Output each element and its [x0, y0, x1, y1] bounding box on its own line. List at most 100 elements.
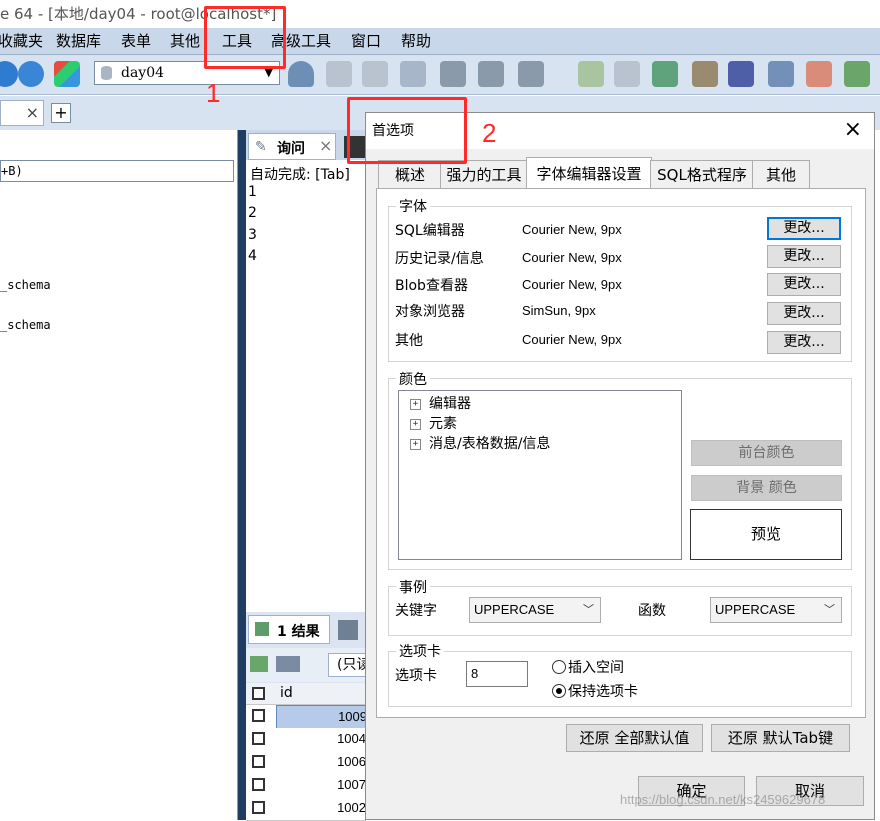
- menu-other[interactable]: 其他: [170, 28, 200, 54]
- pane-splitter[interactable]: [238, 130, 246, 820]
- query-tab[interactable]: ✎ 询问 ×: [248, 133, 336, 160]
- tab-size-input[interactable]: 8: [466, 661, 528, 687]
- tab-other[interactable]: 其他: [752, 160, 810, 189]
- restore-all-defaults-button[interactable]: 还原 全部默认值: [566, 724, 703, 752]
- filter-input[interactable]: +B): [0, 160, 234, 182]
- close-icon[interactable]: ×: [844, 113, 862, 147]
- tab-size-label: 选项卡: [395, 668, 437, 684]
- change-font-blob-viewer-button[interactable]: 更改...: [767, 273, 841, 296]
- function-case-value: UPPERCASE: [715, 602, 796, 617]
- info-tab-icon[interactable]: [338, 620, 358, 640]
- object-browser-tab[interactable]: ×: [0, 100, 44, 126]
- cell-id[interactable]: 1006: [276, 751, 368, 773]
- cell-id[interactable]: 1002: [276, 797, 368, 819]
- row-checkbox[interactable]: [252, 732, 265, 745]
- readonly-select[interactable]: (只读: [328, 653, 368, 677]
- monitor-icon[interactable]: [768, 61, 794, 87]
- table-row[interactable]: 1009: [246, 705, 370, 729]
- export-grid-icon[interactable]: [250, 656, 268, 672]
- tab-power-tools[interactable]: 强力的工具: [440, 160, 528, 189]
- scheduler-icon[interactable]: [692, 61, 718, 87]
- menu-database[interactable]: 数据库: [56, 28, 101, 54]
- refresh-icon[interactable]: [18, 61, 44, 87]
- table-row[interactable]: 1006: [246, 751, 366, 775]
- tree-item-editor[interactable]: + 编辑器: [410, 393, 471, 413]
- schema-designer-icon[interactable]: [844, 61, 870, 87]
- menu-table[interactable]: 表单: [121, 28, 151, 54]
- foreground-color-button[interactable]: 前台颜色: [691, 440, 842, 466]
- results-tab[interactable]: 1 结果: [248, 615, 330, 644]
- font-row-value: Courier New, 9px: [522, 222, 622, 237]
- tree-item-label: 元素: [429, 416, 457, 432]
- select-all-checkbox[interactable]: [252, 687, 265, 700]
- backup-icon[interactable]: [518, 61, 544, 87]
- restore-default-tab-button[interactable]: 还原 默认Tab键: [711, 724, 850, 752]
- add-tab-icon[interactable]: +: [51, 103, 71, 123]
- query-tab-label: 询问: [277, 141, 305, 157]
- line-number-gutter: 1 2 3 4: [246, 182, 298, 610]
- row-checkbox[interactable]: [252, 778, 265, 791]
- change-font-sql-editor-button[interactable]: 更改...: [767, 217, 841, 240]
- menu-help[interactable]: 帮助: [401, 28, 431, 54]
- results-tab-label: 1 结果: [277, 624, 320, 640]
- tab-overview[interactable]: 概述: [378, 160, 442, 189]
- tree-node-schema[interactable]: _schema: [0, 278, 51, 292]
- row-checkbox[interactable]: [252, 755, 265, 768]
- colors-group-label: 颜色: [396, 369, 430, 389]
- tab-sql-formatter[interactable]: SQL格式程序: [650, 160, 754, 189]
- chevron-down-icon: ﹀: [583, 604, 594, 616]
- sync-icon[interactable]: [578, 61, 604, 87]
- table-row[interactable]: 1007: [246, 774, 366, 798]
- function-case-select[interactable]: UPPERCASE ﹀: [710, 597, 842, 623]
- db-copy-icon[interactable]: [362, 61, 388, 87]
- table-row[interactable]: 1002: [246, 797, 366, 821]
- object-browser: +B) _schema _schema: [0, 130, 238, 820]
- tree-node-schema[interactable]: _schema: [0, 318, 51, 332]
- view-mode-icon[interactable]: [276, 656, 300, 672]
- expand-icon[interactable]: +: [410, 398, 421, 410]
- case-group-label: 事例: [396, 577, 430, 597]
- menu-favorites[interactable]: 收藏夹: [0, 28, 43, 54]
- cell-id[interactable]: 1009: [276, 705, 370, 729]
- query-builder-icon[interactable]: [728, 61, 754, 87]
- font-row-value: Courier New, 9px: [522, 277, 622, 292]
- user-icon[interactable]: [288, 61, 314, 87]
- import-icon[interactable]: [400, 61, 426, 87]
- expand-icon[interactable]: +: [410, 418, 421, 430]
- insert-spaces-radio[interactable]: 插入空间: [552, 657, 624, 677]
- keyword-case-select[interactable]: UPPERCASE ﹀: [469, 597, 601, 623]
- annotation-box-tools: [204, 6, 286, 69]
- expand-icon[interactable]: +: [410, 438, 421, 450]
- tab-font-editor-settings[interactable]: 字体编辑器设置: [526, 157, 652, 190]
- connect-icon[interactable]: [0, 61, 18, 87]
- filter-input-text: +B): [1, 164, 23, 178]
- color-preview: 预览: [690, 509, 842, 560]
- export-icon[interactable]: [440, 61, 466, 87]
- cell-id[interactable]: 1004: [276, 728, 368, 750]
- close-icon[interactable]: ×: [319, 136, 332, 155]
- db-add-icon[interactable]: [326, 61, 352, 87]
- change-font-other-button[interactable]: 更改...: [767, 331, 841, 354]
- compare-icon[interactable]: [652, 61, 678, 87]
- table-row[interactable]: 1004: [246, 728, 366, 752]
- keep-tabs-radio[interactable]: 保持选项卡: [552, 681, 638, 701]
- db-schema-icon[interactable]: [614, 61, 640, 87]
- report-icon[interactable]: [806, 61, 832, 87]
- table-icon[interactable]: [478, 61, 504, 87]
- row-checkbox[interactable]: [252, 801, 265, 814]
- close-icon[interactable]: ×: [26, 103, 39, 122]
- line-number: 2: [248, 205, 257, 221]
- background-color-button[interactable]: 背景 颜色: [691, 475, 842, 501]
- menu-window[interactable]: 窗口: [351, 28, 381, 54]
- annotation-number: 1: [206, 78, 221, 108]
- chevron-down-icon: ﹀: [824, 604, 835, 616]
- row-checkbox[interactable]: [252, 709, 265, 722]
- cell-id[interactable]: 1007: [276, 774, 368, 796]
- menu-bar: 收藏夹 数据库 表单 其他 工具 高级工具 窗口 帮助: [0, 28, 880, 55]
- tree-item-elements[interactable]: + 元素: [410, 413, 457, 433]
- change-font-object-browser-button[interactable]: 更改...: [767, 302, 841, 325]
- schema-icon[interactable]: [54, 61, 80, 87]
- change-font-history-button[interactable]: 更改...: [767, 245, 841, 268]
- column-header-id[interactable]: id: [280, 685, 293, 701]
- tree-item-messages[interactable]: + 消息/表格数据/信息: [410, 433, 550, 453]
